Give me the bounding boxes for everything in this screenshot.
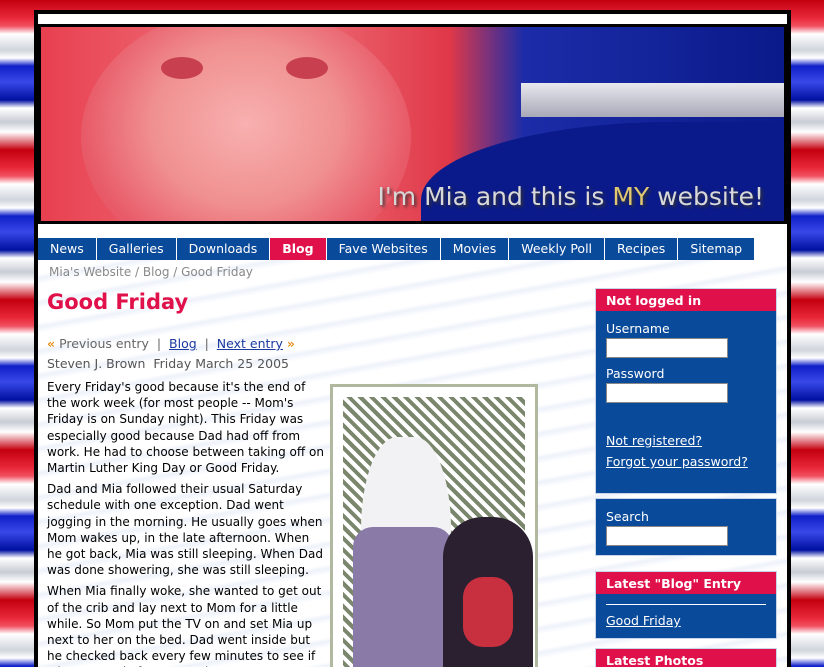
post-paragraph: Every Friday's good because it's the end… [47, 380, 324, 476]
nav-item-blog[interactable]: Blog [270, 238, 327, 260]
blog-link[interactable]: Blog [169, 336, 197, 351]
nav-item-weekly-poll[interactable]: Weekly Poll [509, 238, 606, 260]
username-field[interactable] [606, 338, 728, 358]
login-body: Username Password Not registered? Forgot… [596, 311, 776, 479]
banner-tagline: I'm Mia and this is MY website! [378, 182, 764, 211]
banner-eye-left [161, 57, 203, 79]
post-author: Steven J. Brown [47, 356, 146, 371]
previous-entry-label: Previous entry [59, 336, 149, 351]
post-paragraph: Dad and Mia followed their usual Saturda… [47, 482, 323, 578]
login-spacer [606, 411, 766, 433]
byline: Steven J. Brown Friday March 25 2005 [47, 356, 289, 371]
login-header: Not logged in [596, 289, 776, 311]
page-title: Good Friday [47, 290, 189, 314]
latest-blog-entry-link[interactable]: Good Friday [606, 613, 766, 628]
photo-bunny-dress [353, 527, 453, 667]
nav-item-galleries[interactable]: Galleries [97, 238, 177, 260]
nav-filler [755, 238, 787, 260]
next-entry-link[interactable]: Next entry [217, 336, 283, 351]
header-banner: I'm Mia and this is MY website! [38, 24, 787, 224]
page-inner: I'm Mia and this is MY website! News Gal… [38, 14, 787, 667]
breadcrumb: Mia's Website / Blog / Good Friday [49, 265, 253, 279]
search-box: Search [595, 498, 777, 556]
latest-blog-header: Latest "Blog" Entry [596, 572, 776, 594]
login-box: Not logged in Username Password Not regi… [595, 288, 777, 494]
latest-blog-body: Good Friday [596, 594, 776, 638]
main-nav: News Galleries Downloads Blog Fave Websi… [38, 238, 787, 260]
password-field[interactable] [606, 383, 728, 403]
entry-navigation: « Previous entry | Blog | Next entry » [47, 336, 295, 351]
page-frame: I'm Mia and this is MY website! News Gal… [34, 10, 791, 667]
post-date: Friday March 25 2005 [153, 356, 289, 371]
post-body: Every Friday's good because it's the end… [47, 379, 327, 667]
search-body: Search [596, 499, 776, 564]
nav-item-fave-websites[interactable]: Fave Websites [327, 238, 441, 260]
password-label: Password [606, 366, 665, 381]
username-label: Username [606, 321, 670, 336]
prev-arrow-icon: « [47, 336, 56, 351]
nav-item-movies[interactable]: Movies [441, 238, 510, 260]
banner-stripe [521, 83, 784, 117]
photo-baby [463, 577, 513, 647]
post-photo[interactable] [330, 384, 538, 667]
banner-photo [81, 27, 411, 221]
nav-item-downloads[interactable]: Downloads [177, 238, 271, 260]
nav-item-sitemap[interactable]: Sitemap [678, 238, 756, 260]
search-input[interactable] [606, 526, 728, 546]
latest-blog-box: Latest "Blog" Entry Good Friday [595, 571, 777, 639]
latest-photos-header: Latest Photos [596, 649, 776, 667]
next-arrow-icon: » [286, 336, 295, 351]
latest-photos-box: Latest Photos [595, 648, 777, 667]
latest-blog-divider: Good Friday [606, 604, 766, 628]
nav-item-recipes[interactable]: Recipes [605, 238, 679, 260]
nav-item-news[interactable]: News [38, 238, 97, 260]
tagline-pre: I'm Mia and this is [377, 182, 613, 211]
tagline-my: MY [612, 182, 650, 211]
not-registered-link[interactable]: Not registered? [606, 433, 766, 448]
search-label: Search [606, 509, 649, 524]
forgot-password-link[interactable]: Forgot your password? [606, 454, 766, 469]
banner-eye-right [286, 57, 328, 79]
tagline-post: website! [649, 182, 764, 211]
post-paragraph: When Mia finally woke, she wanted to get… [47, 584, 322, 667]
